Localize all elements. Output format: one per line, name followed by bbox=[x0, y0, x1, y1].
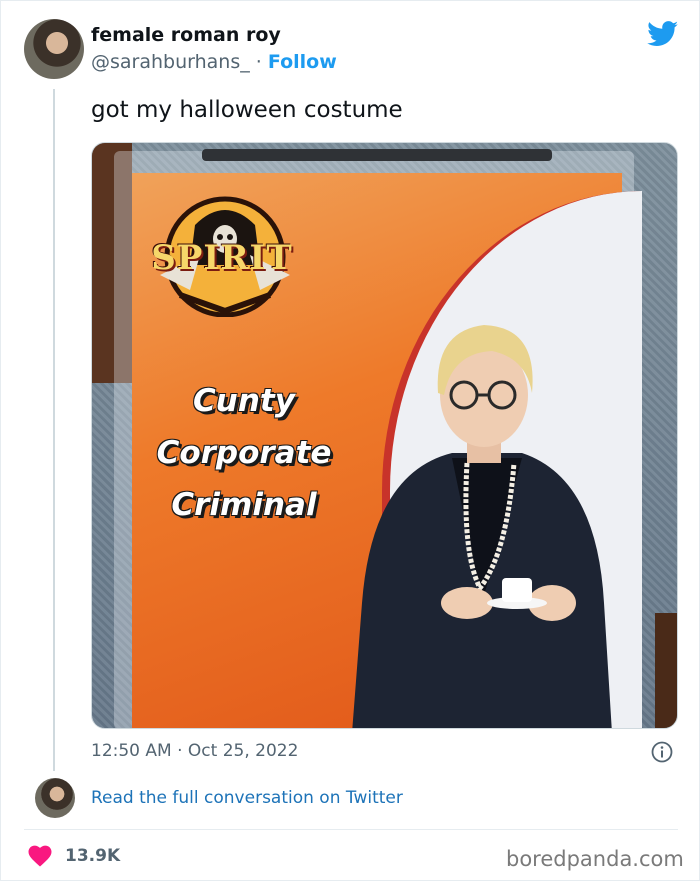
viewer-avatar[interactable] bbox=[35, 778, 75, 818]
info-icon[interactable] bbox=[651, 741, 673, 763]
tweet-photo[interactable]: SPIRIT Cunty Corporate Criminal bbox=[91, 142, 678, 729]
tweet-card: female roman roy @sarahburhans_ · Follow… bbox=[0, 0, 700, 881]
costume-title-line: Criminal bbox=[171, 487, 317, 523]
author-handle-row: @sarahburhans_ · Follow bbox=[91, 51, 337, 73]
read-conversation-link[interactable]: Read the full conversation on Twitter bbox=[91, 788, 403, 808]
spirit-brand-text: SPIRIT bbox=[151, 238, 293, 278]
handle-separator: · bbox=[255, 51, 262, 73]
costume-title-line: Cunty bbox=[193, 383, 295, 419]
footer-divider bbox=[24, 829, 678, 830]
heart-icon[interactable] bbox=[28, 845, 52, 867]
like-count[interactable]: 13.9K bbox=[65, 846, 120, 866]
costume-title-line: Corporate bbox=[156, 435, 332, 471]
tweet-text: got my halloween costume bbox=[91, 97, 403, 123]
costume-title: Cunty Corporate Criminal bbox=[144, 375, 344, 531]
follow-button[interactable]: Follow bbox=[268, 51, 337, 73]
author-display-name[interactable]: female roman roy bbox=[91, 24, 281, 46]
woman-figure bbox=[352, 325, 612, 728]
wood-surface-right bbox=[655, 613, 677, 728]
author-handle[interactable]: @sarahburhans_ bbox=[91, 51, 250, 73]
bag-hanger bbox=[202, 149, 552, 161]
tweet-timestamp[interactable]: 12:50 AM · Oct 25, 2022 bbox=[91, 741, 298, 761]
twitter-bird-icon[interactable] bbox=[647, 21, 679, 47]
boredpanda-watermark: boredpanda.com bbox=[506, 847, 684, 871]
author-avatar[interactable] bbox=[24, 19, 84, 79]
thread-line bbox=[53, 89, 55, 771]
